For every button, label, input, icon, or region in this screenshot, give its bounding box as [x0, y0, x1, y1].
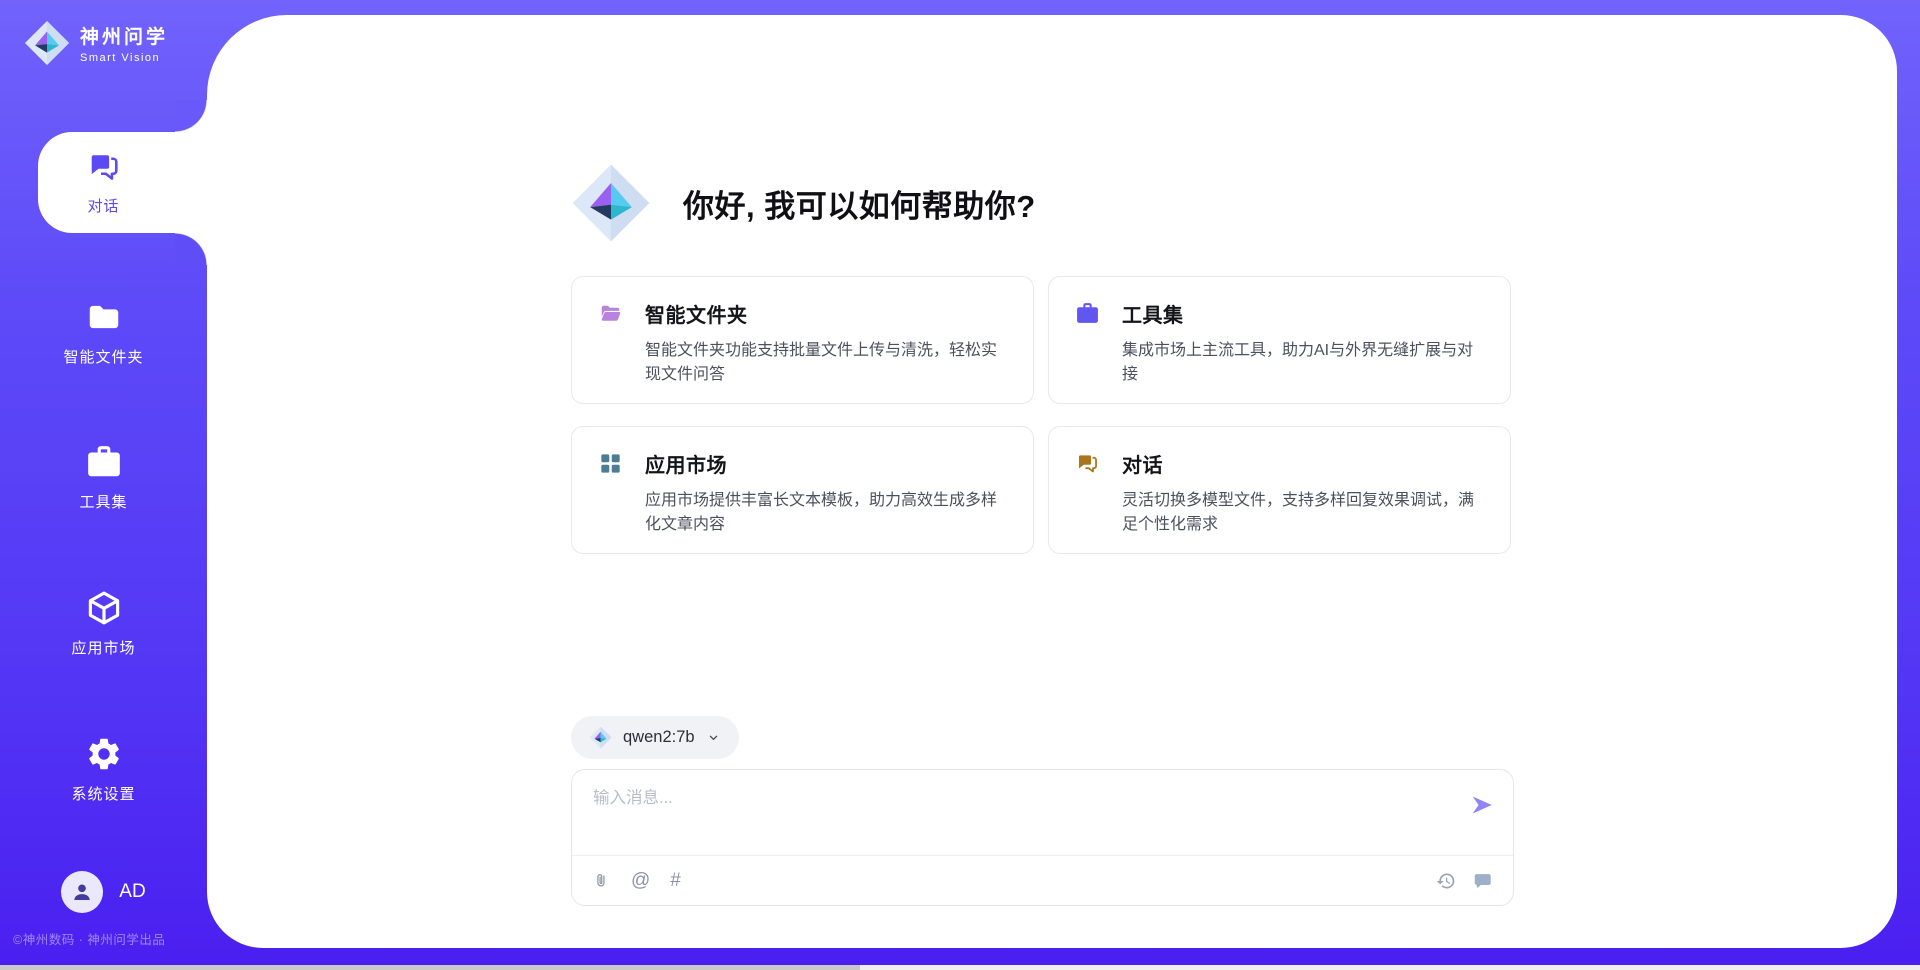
card-title: 工具集 — [1122, 299, 1184, 328]
sidebar-item-smart-folder[interactable]: 智能文件夹 — [0, 298, 207, 367]
folder-icon — [85, 298, 123, 336]
main-content: 你好, 我可以如何帮助你? 智能文件夹 智能文件夹功能支持批量文件上传与清洗，轻… — [571, 15, 1516, 948]
sidebar-item-label: 工具集 — [79, 491, 127, 512]
app-window: 神州问学 Smart Vision 对话 智能文件夹 工具集 应用市场 系统设置 — [0, 0, 1920, 970]
brand-text: 神州问学 Smart Vision — [80, 22, 168, 64]
hashtag-icon[interactable]: # — [670, 871, 681, 890]
sidebar-item-app-market[interactable]: 应用市场 — [0, 589, 207, 658]
card-description: 智能文件夹功能支持批量文件上传与清洗，轻松实现文件问答 — [645, 339, 1007, 387]
copyright: ©神州数码 · 神州问学出品 — [13, 929, 207, 948]
chat-icon — [1075, 451, 1100, 476]
mention-icon[interactable]: @ — [631, 871, 650, 890]
sidebar-item-label: 对话 — [87, 195, 119, 216]
composer-toolbar-left: @ # — [591, 871, 681, 891]
card-app-market[interactable]: 应用市场 应用市场提供丰富长文本模板，助力高效生成多样化文章内容 — [571, 426, 1034, 554]
attachment-icon[interactable] — [591, 871, 611, 891]
model-diamond-icon — [589, 726, 612, 749]
sidebar-item-toolset[interactable]: 工具集 — [0, 443, 207, 512]
card-description: 集成市场上主流工具，助力AI与外界无缝扩展与对接 — [1122, 339, 1484, 387]
person-icon — [69, 879, 95, 905]
chevron-down-icon — [706, 730, 721, 745]
greeting-diamond-icon — [571, 163, 651, 243]
main-panel: 你好, 我可以如何帮助你? 智能文件夹 智能文件夹功能支持批量文件上传与清洗，轻… — [207, 15, 1897, 948]
message-input[interactable] — [593, 784, 1433, 846]
brand-diamond-icon — [24, 20, 70, 66]
gear-icon — [85, 735, 123, 773]
card-header: 工具集 — [1075, 299, 1484, 328]
grid-icon — [598, 451, 623, 476]
card-chat[interactable]: 对话 灵活切换多模型文件，支持多样回复效果调试，满足个性化需求 — [1048, 426, 1511, 554]
card-smart-folder[interactable]: 智能文件夹 智能文件夹功能支持批量文件上传与清洗，轻松实现文件问答 — [571, 276, 1034, 404]
composer-toolbar-right — [1436, 870, 1494, 892]
sidebar-item-label: 智能文件夹 — [63, 346, 143, 367]
sidebar-item-label: 系统设置 — [71, 783, 135, 804]
scrollbar-thumb[interactable] — [0, 965, 860, 970]
avatar — [61, 871, 103, 913]
brand: 神州问学 Smart Vision — [24, 20, 168, 66]
chat-bubble-icon[interactable] — [1472, 870, 1494, 892]
brand-name-en: Smart Vision — [80, 52, 168, 64]
send-icon[interactable] — [1469, 792, 1495, 818]
card-header: 智能文件夹 — [598, 299, 1007, 328]
greeting: 你好, 我可以如何帮助你? — [571, 163, 1036, 243]
card-header: 对话 — [1075, 449, 1484, 478]
horizontal-scrollbar[interactable] — [0, 965, 1920, 970]
greeting-title: 你好, 我可以如何帮助你? — [683, 181, 1036, 226]
model-name: qwen2:7b — [623, 728, 695, 747]
brand-name-cn: 神州问学 — [80, 22, 168, 49]
cube-icon — [85, 589, 123, 627]
folder-open-icon — [598, 301, 623, 326]
sidebar-item-chat[interactable]: 对话 — [0, 132, 207, 233]
user-name: AD — [119, 881, 145, 903]
briefcase-icon — [85, 443, 123, 481]
card-toolset[interactable]: 工具集 集成市场上主流工具，助力AI与外界无缝扩展与对接 — [1048, 276, 1511, 404]
sidebar-item-label: 应用市场 — [71, 637, 135, 658]
user-profile[interactable]: AD — [0, 871, 207, 913]
history-icon[interactable] — [1436, 871, 1456, 891]
composer: @ # — [571, 769, 1514, 906]
card-title: 对话 — [1122, 449, 1163, 478]
sidebar-item-settings[interactable]: 系统设置 — [0, 735, 207, 804]
chat-icon — [86, 149, 122, 185]
card-description: 应用市场提供丰富长文本模板，助力高效生成多样化文章内容 — [645, 489, 1007, 537]
card-title: 智能文件夹 — [645, 299, 748, 328]
card-header: 应用市场 — [598, 449, 1007, 478]
feature-cards: 智能文件夹 智能文件夹功能支持批量文件上传与清洗，轻松实现文件问答 工具集 集成… — [571, 276, 1511, 554]
card-title: 应用市场 — [645, 449, 727, 478]
model-selector[interactable]: qwen2:7b — [571, 716, 739, 759]
sidebar: 神州问学 Smart Vision 对话 智能文件夹 工具集 应用市场 系统设置 — [0, 0, 207, 970]
briefcase-icon — [1075, 301, 1100, 326]
card-description: 灵活切换多模型文件，支持多样回复效果调试，满足个性化需求 — [1122, 489, 1484, 537]
composer-toolbar: @ # — [572, 855, 1513, 905]
